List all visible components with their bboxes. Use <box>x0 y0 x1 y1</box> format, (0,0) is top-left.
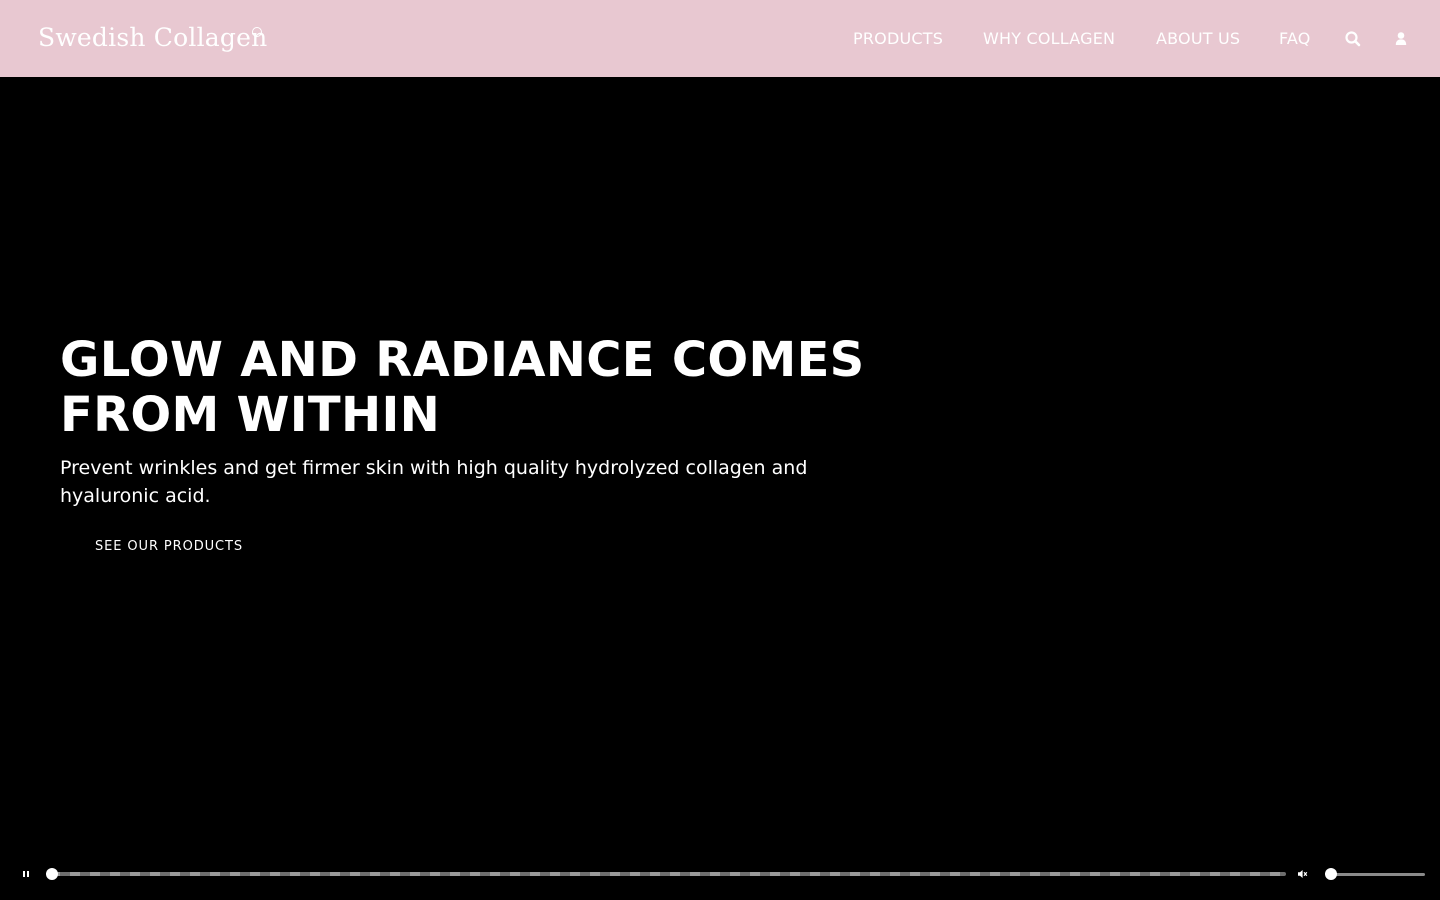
mute-button[interactable] <box>1294 866 1310 882</box>
video-progress-bar[interactable] <box>50 872 1286 876</box>
site-header: Swedish Collagen PRODUCTS WHY COLLAGEN A… <box>0 0 1440 77</box>
brand-logo[interactable]: Swedish Collagen <box>38 20 267 56</box>
video-progress-handle[interactable] <box>46 868 58 880</box>
muted-speaker-icon <box>1298 870 1308 878</box>
volume-slider-handle[interactable] <box>1325 868 1337 880</box>
hero-subtitle: Prevent wrinkles and get firmer skin wit… <box>60 457 808 507</box>
see-our-products-button[interactable]: SEE OUR PRODUCTS <box>70 532 268 562</box>
hero-title: GLOW AND RADIANCE COMES FROM WITHIN <box>60 332 865 443</box>
hero-video-section: GLOW AND RADIANCE COMES FROM WITHIN Prev… <box>0 77 1440 900</box>
nav-products-link[interactable]: PRODUCTS <box>853 27 943 51</box>
search-button[interactable] <box>1343 29 1363 49</box>
account-button[interactable] <box>1391 29 1411 49</box>
nav-why-collagen-link[interactable]: WHY COLLAGEN <box>983 27 1115 51</box>
volume-slider[interactable] <box>1330 873 1425 876</box>
user-icon <box>1395 32 1407 45</box>
video-player-controls <box>0 858 1440 890</box>
search-icon <box>1345 31 1361 47</box>
logo-ring-mark <box>252 27 262 37</box>
pause-icon <box>23 871 29 877</box>
nav-about-us-link[interactable]: ABOUT US <box>1156 27 1240 51</box>
play-pause-button[interactable] <box>19 866 33 882</box>
nav-faq-link[interactable]: FAQ <box>1279 27 1311 51</box>
